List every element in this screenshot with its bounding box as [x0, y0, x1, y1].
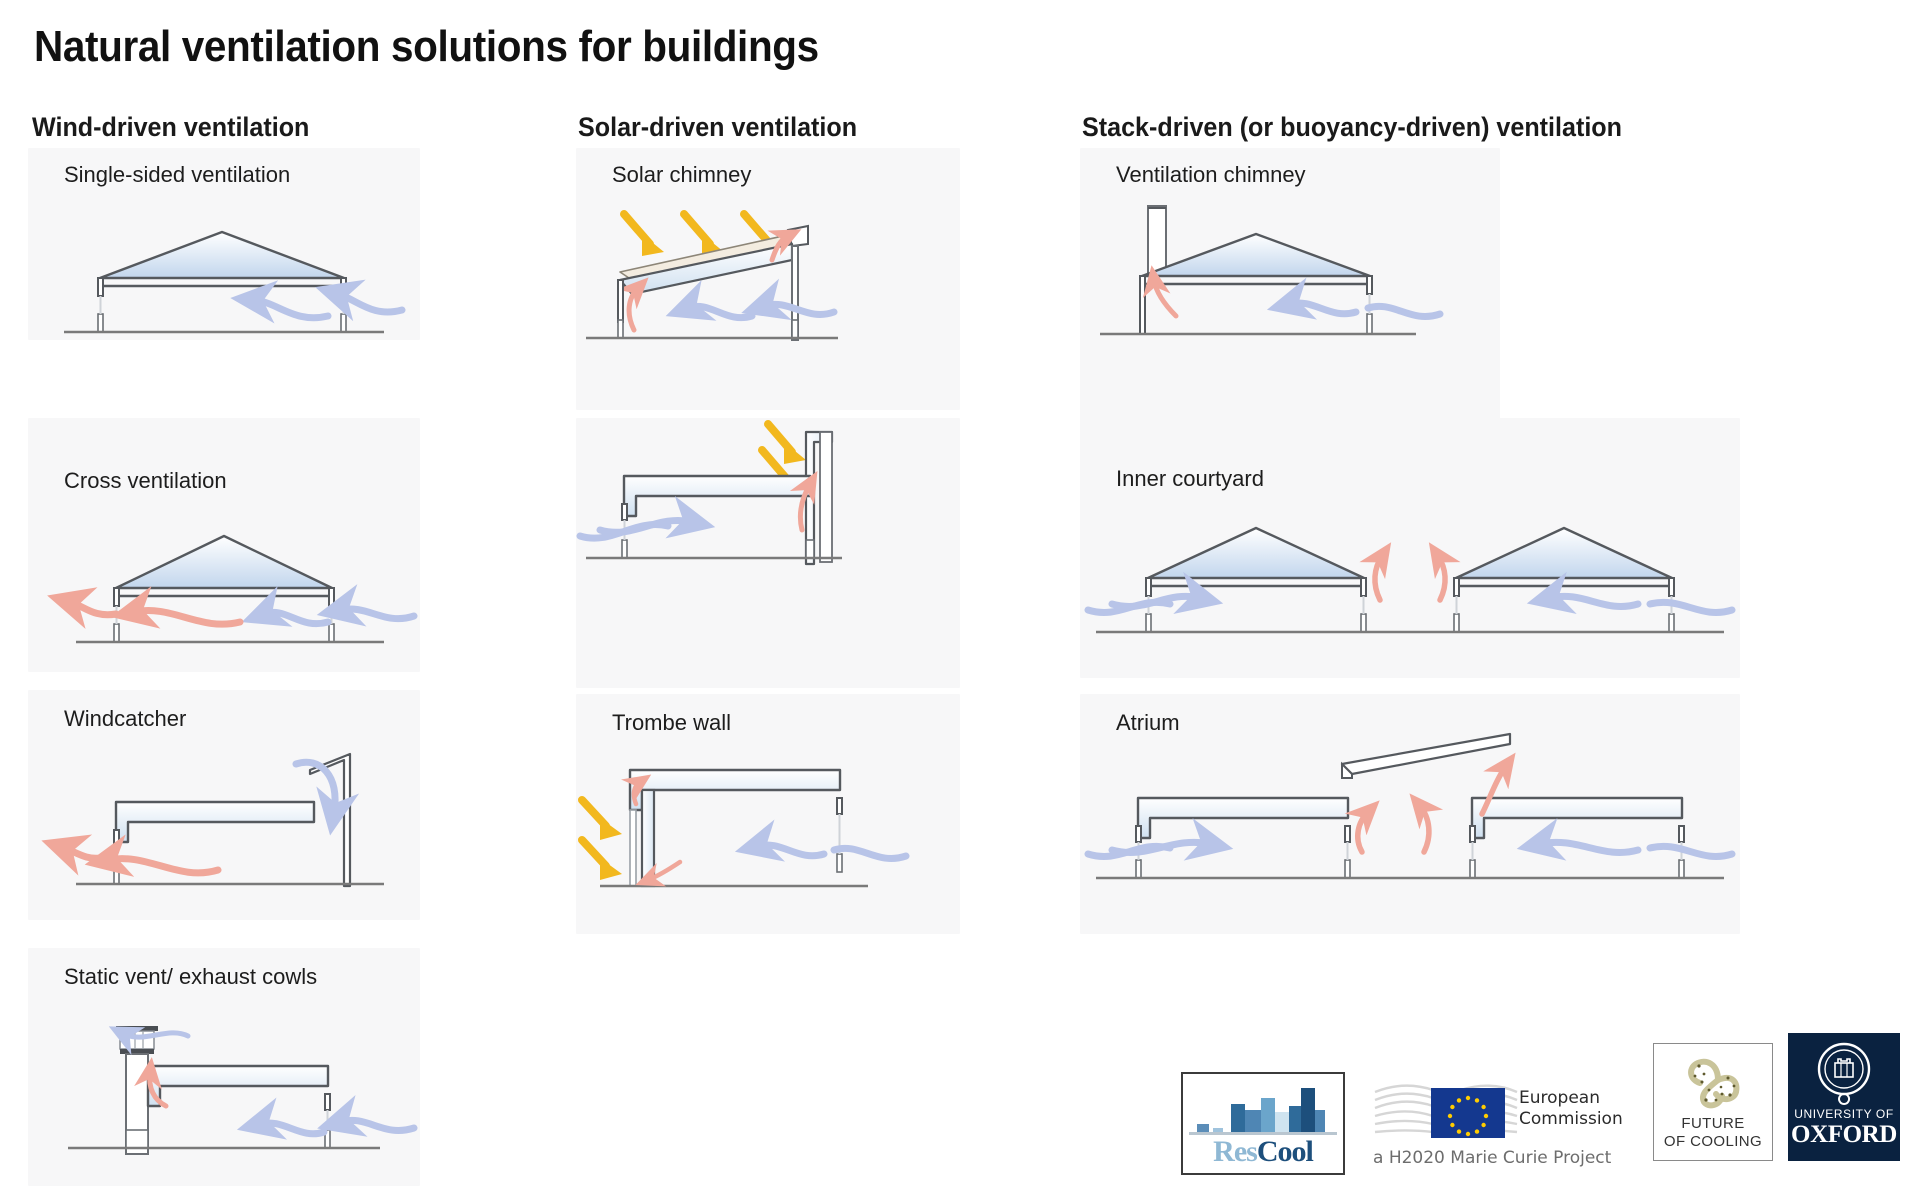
cool-air-arrow [241, 585, 332, 628]
triskelion-fan-icon [1688, 1058, 1740, 1109]
panel-label-atrium: Atrium [1116, 710, 1180, 735]
panel-label-ventilation-chimney: Ventilation chimney [1116, 162, 1306, 187]
rescool-wordmark: ResCool [1183, 1135, 1343, 1169]
warm-air-arrow [84, 834, 222, 877]
panel-cross-ventilation: Cross ventilation [28, 418, 420, 672]
panel-solar-chimney-vertical [576, 418, 960, 688]
panel-windcatcher: Windcatcher [28, 690, 420, 920]
warm-air-arrow [47, 587, 120, 630]
warm-air-arrow [616, 277, 649, 333]
cool-air-arrow [230, 280, 332, 324]
warm-air-arrow [41, 834, 104, 876]
foc-line1: FUTURE [1681, 1115, 1745, 1132]
column-heading-wind-driven: Wind-driven ventilation [32, 112, 310, 142]
panel-trombe-wall: Trombe wall [576, 694, 960, 934]
logo-university-of-oxford: UNIVERSITY OF OXFORD [1788, 1033, 1900, 1161]
panel-label-cross-ventilation: Cross ventilation [64, 468, 227, 493]
ec-subtitle: a H2020 Marie Curie Project [1373, 1148, 1612, 1168]
rescool-cool: Cool [1256, 1135, 1314, 1168]
panel-static-vent-exhaust-cowls: Static vent/ exhaust cowls [28, 948, 420, 1186]
diagram-cross-ventilation [47, 534, 418, 644]
cool-air-arrow [1266, 277, 1360, 320]
panel-atrium: Atrium [1080, 694, 1740, 934]
diagram-solar-chimney-vertical [576, 420, 842, 566]
warm-air-arrow [110, 586, 244, 629]
warm-air-arrow [1409, 793, 1444, 855]
panel-solar-chimney: Solar chimney [576, 148, 960, 410]
cool-air-arrow [315, 279, 406, 322]
panel-label-trombe-wall: Trombe wall [612, 710, 731, 735]
warm-air-arrow [1344, 800, 1380, 855]
panel-label-static-vent-exhaust-cowls: Static vent/ exhaust cowls [64, 964, 318, 989]
panel-label-windcatcher: Windcatcher [64, 706, 187, 731]
oxford-wordmark: OXFORD [1791, 1121, 1897, 1148]
column-heading-stack-driven: Stack-driven (or buoyancy-driven) ventil… [1082, 112, 1622, 142]
logo-bar: ResCool European Commission a H2020 Mari… [1175, 1025, 1900, 1175]
eu-flag-icon [1431, 1088, 1505, 1138]
logo-european-commission: European Commission a H2020 Marie Curie … [1371, 1072, 1641, 1175]
warm-air-arrow [1428, 542, 1461, 603]
future-of-cooling-text: FUTURE OF COOLING [1654, 1115, 1772, 1151]
panel-inner-courtyard: Inner courtyard [1080, 418, 1740, 678]
cool-air-arrow [1646, 598, 1736, 616]
cool-air-arrow [1646, 842, 1736, 860]
solar-radiation-arrows [578, 796, 622, 880]
ec-name: European Commission [1519, 1088, 1623, 1130]
page-title: Natural ventilation solutions for buildi… [34, 22, 819, 71]
warm-air-arrow [1142, 265, 1179, 319]
cool-air-arrow [1108, 571, 1224, 615]
cool-air-arrow [665, 279, 756, 322]
panel-single-sided-ventilation: Single-sided ventilation [28, 148, 420, 340]
rescool-res: Res [1213, 1135, 1258, 1168]
column-heading-solar-driven: Solar-driven ventilation [578, 112, 858, 142]
oxford-university-of: UNIVERSITY OF [1794, 1107, 1894, 1121]
cool-air-arrow [236, 1097, 328, 1140]
oxford-crest-icon [1817, 1042, 1871, 1105]
ec-name-line1: European [1519, 1088, 1600, 1108]
rescool-skyline-icon [1189, 1088, 1337, 1135]
cool-air-arrow [734, 819, 828, 862]
diagram-ventilation-chimney [1100, 205, 1444, 336]
cool-air-arrow [830, 844, 910, 862]
panel-ventilation-chimney: Ventilation chimney [1080, 148, 1500, 420]
cool-air-arrow [1526, 571, 1642, 615]
cool-air-arrow [1364, 302, 1444, 320]
logo-future-of-cooling: FUTURE OF COOLING [1653, 1043, 1773, 1161]
panel-label-single-sided-ventilation: Single-sided ventilation [64, 162, 291, 187]
ec-name-line2: Commission [1519, 1109, 1623, 1129]
warm-air-arrow [1359, 542, 1392, 603]
cool-air-arrow [317, 1094, 418, 1137]
panel-label-inner-courtyard: Inner courtyard [1116, 466, 1264, 491]
cool-air-arrow [1516, 818, 1642, 861]
foc-line2: OF COOLING [1663, 1133, 1763, 1150]
logo-rescool: ResCool [1181, 1072, 1345, 1175]
cool-air-arrow [316, 584, 418, 627]
panel-label-solar-chimney: Solar chimney [612, 162, 752, 187]
diagram-inner-courtyard [1084, 526, 1736, 634]
